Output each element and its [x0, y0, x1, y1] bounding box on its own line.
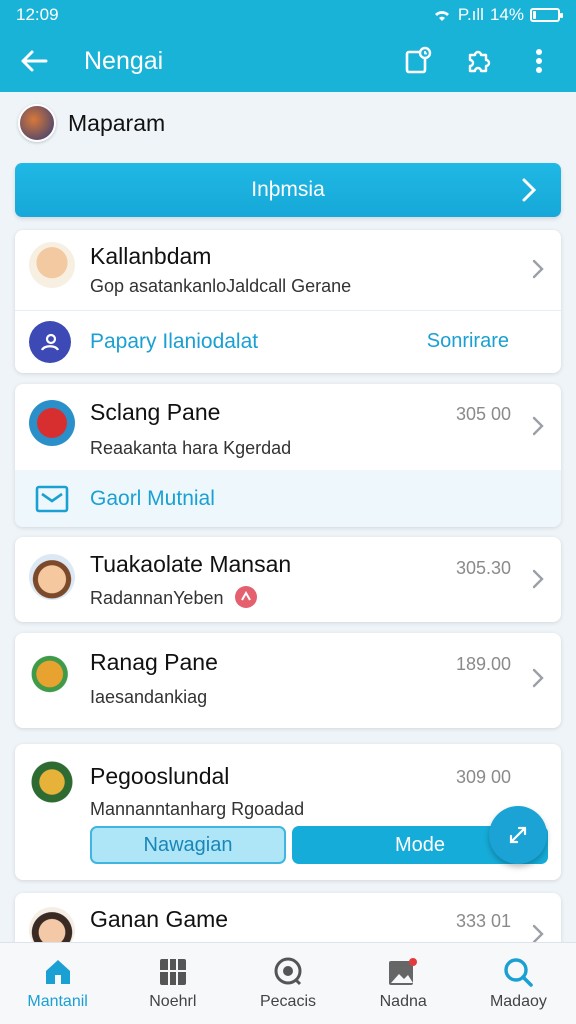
- item-subtitle: Iaesandankiag: [90, 687, 208, 707]
- list-item[interactable]: Sclang Pane 305 00 Reaakanta hara Kgerda…: [15, 384, 561, 527]
- note-clock-icon: [405, 46, 432, 74]
- status-right: P.ıll 14%: [432, 5, 563, 25]
- sub-label: Gaorl Mutnial: [90, 486, 215, 510]
- app-bar: Nengai: [0, 30, 576, 92]
- item-subtitle: RadannanYeben: [90, 588, 224, 608]
- nav-item-target[interactable]: Pecacis: [230, 943, 345, 1024]
- avatar: [29, 759, 75, 805]
- avatar: [29, 400, 75, 446]
- sub-row[interactable]: Gaorl Mutnial: [15, 470, 561, 527]
- item-title: Tuakaolate Mansan: [90, 551, 292, 577]
- reaction-icon: [235, 586, 257, 608]
- chevron-right-icon: [532, 259, 544, 279]
- diagonal-arrow-icon: [509, 826, 527, 844]
- list-item[interactable]: Kallanbdam Gop asatankanloJaldcall Geran…: [15, 230, 561, 373]
- nav-label: Mantanil: [27, 992, 88, 1010]
- nav-label: Madaoy: [489, 992, 547, 1010]
- sub-action-link[interactable]: Sonrirare: [427, 330, 509, 353]
- sub-row[interactable]: Papary Ilaniodalat Sonrirare: [15, 310, 561, 372]
- bottom-navigation: Mantanil Noehrl Pecacis Nadna Madaoy: [0, 942, 576, 1024]
- nav-item-grid[interactable]: Noehrl: [115, 943, 230, 1024]
- status-bar: 12:09 P.ıll 14%: [0, 0, 576, 30]
- more-vert-icon: [536, 49, 542, 73]
- wifi-icon: [434, 11, 449, 21]
- signal-text: P.ıll: [457, 5, 484, 24]
- nav-item-home[interactable]: Mantanil: [0, 943, 115, 1024]
- status-time: 12:09: [16, 5, 59, 24]
- item-subtitle: Mannanntanharg Rgoadad: [90, 799, 305, 819]
- nav-item-media[interactable]: Nadna: [346, 943, 461, 1024]
- more-menu-button[interactable]: [516, 38, 562, 84]
- home-icon: [45, 959, 70, 984]
- item-subtitle: Gop asatankanloJaldcall Gerane: [90, 276, 352, 296]
- grid-icon: [159, 958, 186, 985]
- app-bar-title: Nengai: [84, 46, 164, 75]
- item-time: 305 00: [455, 404, 511, 424]
- expand-fab[interactable]: [489, 806, 547, 864]
- mail-icon: [35, 485, 69, 512]
- image-badge-icon: [389, 957, 418, 985]
- person-badge-icon: [29, 320, 71, 363]
- avatar: [29, 242, 75, 288]
- puzzle-icon: [468, 50, 491, 73]
- item-time: 309 00: [455, 767, 511, 787]
- profile-avatar: [18, 104, 56, 142]
- sub-label: Papary Ilaniodalat: [90, 329, 259, 353]
- item-title: Pegooslundal: [90, 763, 230, 789]
- item-time: 333 01: [455, 911, 511, 931]
- target-icon: [274, 957, 302, 985]
- item-time: 305.30: [455, 558, 511, 578]
- extension-button[interactable]: [456, 38, 502, 84]
- chevron-right-icon: [532, 416, 544, 436]
- chevron-right-icon: [532, 668, 544, 688]
- profile-name: Maparam: [68, 109, 166, 136]
- item-title: Kallanbdam: [90, 243, 212, 269]
- item-time: 189.00: [455, 654, 511, 674]
- chevron-right-icon: [522, 178, 537, 202]
- list-item[interactable]: Ranag Pane 189.00 Iaesandankiag: [15, 633, 561, 728]
- chevron-right-icon: [532, 569, 544, 589]
- list-item[interactable]: Pegooslundal 309 00 Mannanntanharg Rgoad…: [15, 744, 561, 880]
- arrow-back-icon: [21, 50, 48, 72]
- search-icon: [504, 957, 534, 987]
- item-title: Ganan Game: [90, 906, 229, 932]
- back-button[interactable]: [14, 41, 54, 81]
- nav-item-search[interactable]: Madaoy: [461, 943, 576, 1024]
- list-item[interactable]: Tuakaolate Mansan 305.30 RadannanYeben: [15, 537, 561, 622]
- nav-label: Nadna: [379, 992, 427, 1010]
- battery-text: 14%: [489, 5, 524, 24]
- new-note-button[interactable]: [396, 38, 442, 84]
- banner-label: Inþmsia: [251, 178, 325, 201]
- nav-label: Noehrl: [149, 992, 197, 1010]
- item-title: Ranag Pane: [90, 649, 218, 675]
- item-title: Sclang Pane: [90, 399, 221, 425]
- battery-icon: [530, 8, 563, 22]
- item-subtitle: Reaakanta hara Kgerdad: [90, 438, 292, 458]
- avatar: [29, 554, 75, 600]
- navigation-button[interactable]: Nawagian: [90, 826, 286, 864]
- avatar: [29, 651, 75, 697]
- nav-label: Pecacis: [259, 992, 317, 1010]
- profile-header[interactable]: Maparam: [18, 104, 165, 142]
- banner-button[interactable]: Inþmsia: [15, 163, 561, 217]
